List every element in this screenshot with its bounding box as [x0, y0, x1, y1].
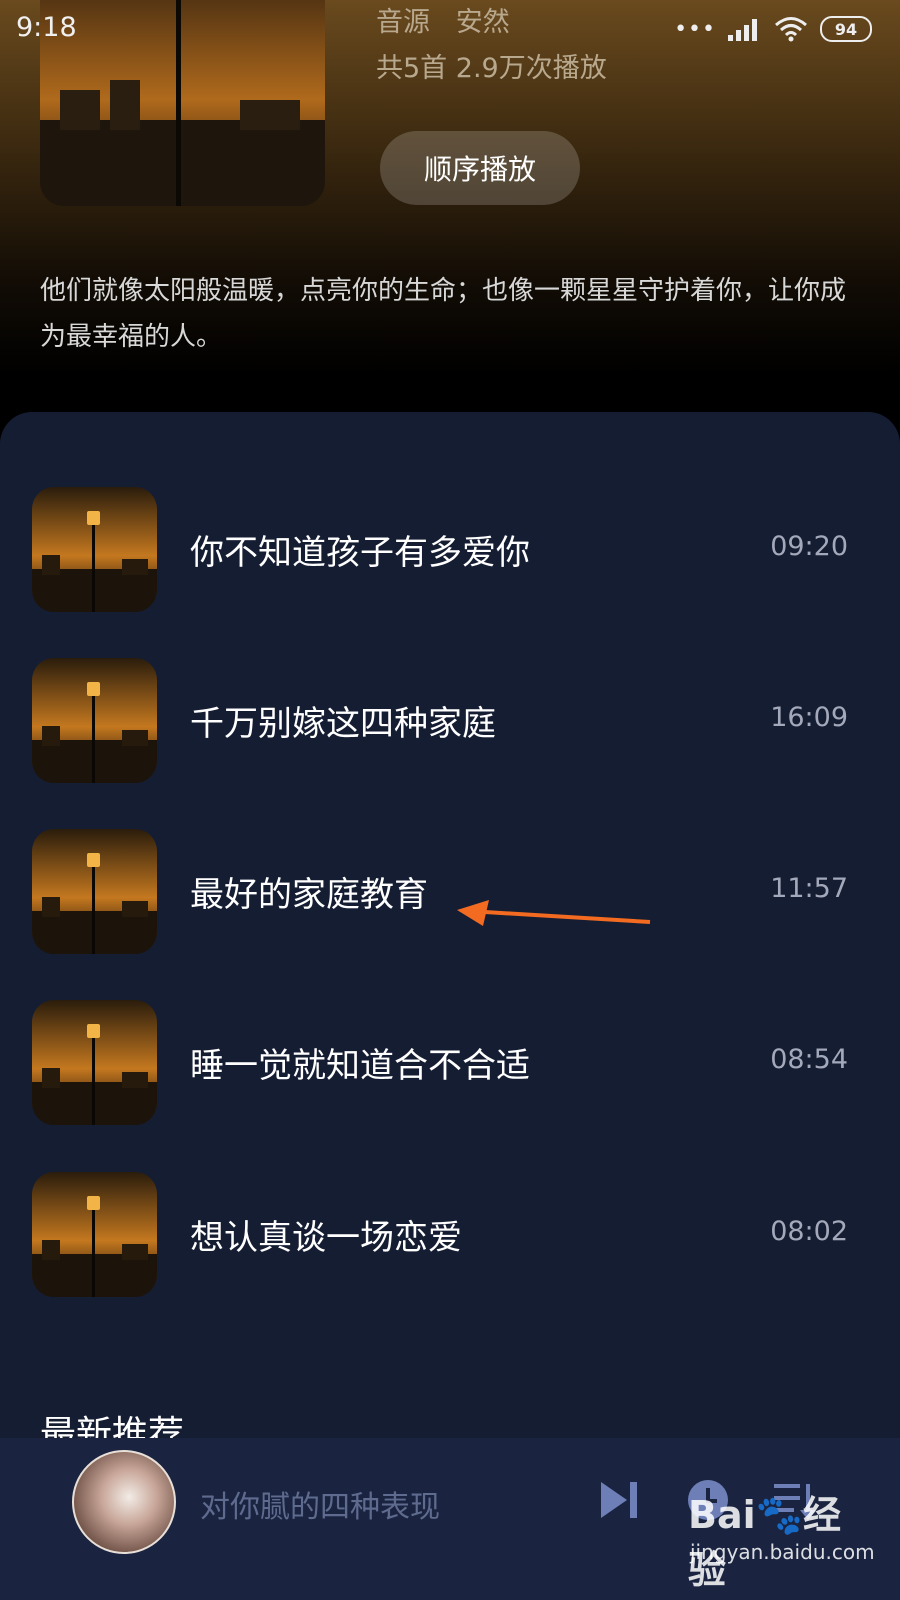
track-thumbnail[interactable]: [32, 829, 157, 954]
album-stats: 共5首 2.9万次播放: [376, 53, 607, 84]
watermark-brand-left: Bai: [688, 1493, 756, 1537]
source-label: 音源: [376, 7, 430, 38]
now-playing-cover[interactable]: [72, 1450, 176, 1554]
sequential-play-button[interactable]: 顺序播放: [380, 131, 580, 205]
track-thumbnail[interactable]: [32, 658, 157, 783]
annotation-arrow-icon: [457, 900, 651, 926]
track-duration: 08:02: [770, 1216, 848, 1247]
now-playing-title[interactable]: 对你腻的四种表现: [200, 1482, 440, 1526]
track-title[interactable]: 想认真谈一场恋爱: [190, 1210, 462, 1259]
skip-next-icon[interactable]: [597, 1478, 641, 1522]
wifi-icon: [775, 17, 807, 42]
track-duration: 16:09: [770, 702, 848, 733]
track-title[interactable]: 你不知道孩子有多爱你: [190, 525, 530, 574]
track-title[interactable]: 最好的家庭教育: [190, 867, 428, 916]
source-name[interactable]: 安然: [456, 7, 510, 38]
signal-icon: [728, 19, 757, 41]
track-duration: 11:57: [770, 873, 848, 904]
battery-indicator: 94: [820, 16, 872, 42]
track-row[interactable]: 最好的家庭教育 11:57: [0, 829, 900, 954]
status-icons: ••• 94: [674, 14, 872, 44]
track-duration: 08:54: [770, 1044, 848, 1075]
album-description: 他们就像太阳般温暖，点亮你的生命；也像一颗星星守护着你，让你成为最幸福的人。: [40, 276, 847, 352]
track-thumbnail[interactable]: [32, 1000, 157, 1125]
source-line: 音源 安然: [376, 0, 510, 39]
more-dots-icon: •••: [674, 16, 716, 42]
track-thumbnail[interactable]: [32, 1172, 157, 1297]
track-duration: 09:20: [770, 531, 848, 562]
paw-icon: 🐾: [755, 1493, 803, 1537]
track-row[interactable]: 睡一觉就知道合不合适 08:54: [0, 1000, 900, 1125]
track-title[interactable]: 千万别嫁这四种家庭: [190, 696, 496, 745]
watermark-url: jingyan.baidu.com: [690, 1540, 875, 1564]
baidu-watermark: Bai🐾经验 jingyan.baidu.com: [678, 1470, 878, 1592]
status-time: 9:18: [16, 12, 77, 43]
track-row[interactable]: 千万别嫁这四种家庭 16:09: [0, 658, 900, 783]
album-cover: [40, 0, 325, 206]
track-thumbnail[interactable]: [32, 487, 157, 612]
track-title[interactable]: 睡一觉就知道合不合适: [190, 1038, 530, 1087]
track-row[interactable]: 你不知道孩子有多爱你 09:20: [0, 487, 900, 612]
track-row[interactable]: 想认真谈一场恋爱 08:02: [0, 1172, 900, 1297]
